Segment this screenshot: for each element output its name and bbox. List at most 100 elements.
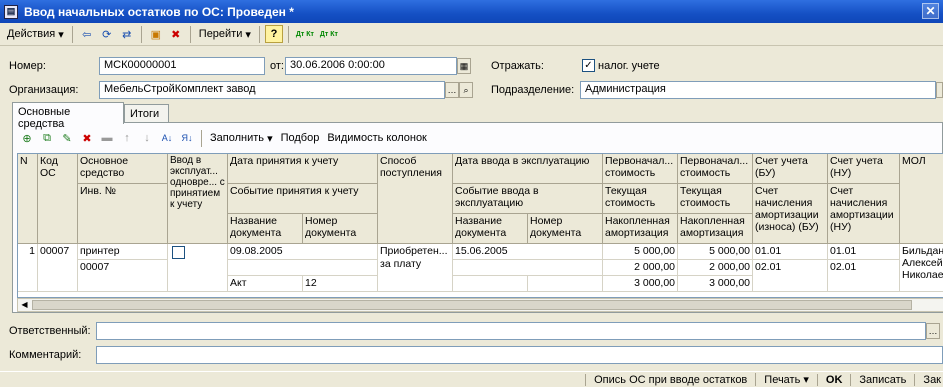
cell-code[interactable]: 00007 (38, 244, 78, 292)
col-header-cur-cost-nu[interactable]: Текущая стоимость (678, 184, 753, 214)
col-header-method[interactable]: Способ поступления (378, 154, 453, 244)
sort-asc-icon[interactable]: A↓ (158, 129, 176, 147)
responsible-label: Ответственный: (9, 325, 91, 337)
cell-method[interactable]: Приобретен... за плату (378, 244, 453, 292)
col-header-doc-name-2[interactable]: Название документа (453, 214, 528, 244)
responsible-field[interactable] (96, 322, 926, 340)
cell-doc-number-2[interactable] (528, 276, 603, 292)
col-header-accum-bu[interactable]: Накопленная амортизация (603, 214, 678, 244)
col-header-doc-number-2[interactable]: Номер документа (528, 214, 603, 244)
cell-mol[interactable]: Бильдан... Алексей... Николае... (900, 244, 943, 292)
cell-input-with-accept[interactable] (168, 244, 228, 292)
cell-accept-event[interactable] (228, 260, 378, 276)
select-responsible-button[interactable]: … (926, 323, 940, 339)
cell-init-cost-bu[interactable]: 5 000,00 (603, 244, 678, 260)
tax-accounting-checkbox[interactable]: ✓ (582, 59, 595, 72)
structure-icon[interactable]: ⇄ (118, 25, 136, 43)
col-header-doc-number[interactable]: Номер документа (303, 214, 378, 244)
select-button[interactable]: Подбор (277, 129, 324, 148)
end-edit-icon[interactable]: ▬ (98, 129, 116, 147)
sort-desc-icon[interactable]: Я↓ (178, 129, 196, 147)
select-organization-button[interactable]: … (445, 82, 459, 98)
col-header-n[interactable]: N (18, 154, 38, 244)
print-menu[interactable]: Печать ▾ (755, 373, 817, 386)
col-header-accept-event[interactable]: Событие принятия к учету (228, 184, 378, 214)
organization-field[interactable]: МебельСтройКомплект завод (99, 81, 445, 99)
edit-row-icon[interactable]: ✎ (58, 129, 76, 147)
col-header-account-bu[interactable]: Счет учета (БУ) (753, 154, 828, 184)
col-header-accum-nu[interactable]: Накопленная амортизация (678, 214, 753, 244)
col-header-init-cost-nu[interactable]: Первоначал... стоимость (678, 154, 753, 184)
col-header-mol[interactable]: МОЛ (900, 154, 943, 244)
horizontal-scrollbar[interactable]: ◀ (17, 298, 943, 312)
scrollbar-thumb[interactable] (32, 300, 912, 310)
cell-accum-nu[interactable]: 3 000,00 (678, 276, 753, 292)
fill-menu[interactable]: Заполнить ▾ (206, 129, 277, 148)
comment-field[interactable] (96, 346, 943, 364)
cell-doc-number[interactable]: 12 (303, 276, 378, 292)
goto-menu[interactable]: Перейти ▾ (195, 25, 255, 44)
cell-amort-account-bu[interactable]: 02.01 (753, 260, 828, 292)
col-header-doc-name[interactable]: Название документа (228, 214, 303, 244)
col-header-amort-account-bu[interactable]: Счет начисления амортизации (износа) (БУ… (753, 184, 828, 244)
col-header-input-event[interactable]: Событие ввода в эксплуатацию (453, 184, 603, 214)
cell-accum-bu[interactable]: 3 000,00 (603, 276, 678, 292)
back-icon[interactable]: ⇦ (78, 25, 96, 43)
scroll-left-icon[interactable]: ◀ (18, 299, 31, 311)
move-down-icon[interactable]: ↓ (138, 129, 156, 147)
copy-doc-icon[interactable]: ▣ (147, 25, 165, 43)
col-header-cur-cost-bu[interactable]: Текущая стоимость (603, 184, 678, 214)
reflect-label: Отражать: (491, 60, 544, 72)
cell-input-date[interactable]: 15.06.2005 (453, 244, 603, 260)
dt-kt-icon[interactable]: Дт Кт (294, 25, 316, 43)
input-with-accept-checkbox[interactable] (172, 246, 185, 259)
col-header-asset[interactable]: Основное средство (78, 154, 168, 184)
col-header-input-with-accept[interactable]: Ввод в эксплуат... одновре... с принятие… (168, 154, 228, 244)
help-icon[interactable]: ? (264, 25, 283, 43)
refresh-icon[interactable]: ⟳ (98, 25, 116, 43)
move-up-icon[interactable]: ↑ (118, 129, 136, 147)
cell-doc-name-2[interactable] (453, 276, 528, 292)
actions-menu[interactable]: Действия ▾ (3, 25, 68, 44)
column-visibility-button[interactable]: Видимость колонок (323, 129, 431, 148)
close-button[interactable]: Зак (914, 373, 943, 386)
open-organization-icon[interactable]: ⌕ (459, 82, 473, 98)
cell-n[interactable]: 1 (18, 244, 38, 292)
tab-totals[interactable]: Итоги (124, 104, 169, 124)
cell-doc-name[interactable]: Акт (228, 276, 303, 292)
fill-label: Заполнить (210, 132, 265, 144)
ok-button[interactable]: OK (816, 373, 851, 386)
delete-row-icon[interactable]: ✖ (78, 129, 96, 147)
cell-accept-date[interactable]: 09.08.2005 (228, 244, 378, 260)
copy-row-icon[interactable]: ⧉ (38, 129, 56, 147)
select-department-button[interactable] (936, 82, 943, 98)
cell-amort-account-nu[interactable]: 02.01 (828, 260, 900, 292)
dt-kt-tax-icon[interactable]: Дт Кт (318, 25, 340, 43)
title-bar: ▤ Ввод начальных остатков по ОС: Проведе… (0, 0, 943, 23)
cell-init-cost-nu[interactable]: 5 000,00 (678, 244, 753, 260)
number-field[interactable]: МСК00000001 (99, 57, 265, 75)
calendar-icon[interactable]: ▦ (457, 58, 471, 74)
cell-asset[interactable]: принтер (78, 244, 168, 260)
cell-account-bu[interactable]: 01.01 (753, 244, 828, 260)
tab-fixed-assets[interactable]: Основные средства (12, 102, 124, 130)
col-header-input-date[interactable]: Дата ввода в эксплуатацию (453, 154, 603, 184)
col-header-init-cost-bu[interactable]: Первоначал... стоимость (603, 154, 678, 184)
department-field[interactable]: Администрация (580, 81, 936, 99)
add-row-icon[interactable]: ⊕ (18, 129, 36, 147)
col-header-amort-account-nu[interactable]: Счет начисления амортизации (НУ) (828, 184, 900, 244)
col-header-inv[interactable]: Инв. № (78, 184, 168, 244)
col-header-accept-date[interactable]: Дата принятия к учету (228, 154, 378, 184)
asset-inventory-button[interactable]: Опись ОС при вводе остатков (585, 373, 755, 386)
cell-cur-cost-bu[interactable]: 2 000,00 (603, 260, 678, 276)
close-window-button[interactable]: ✕ (922, 3, 939, 19)
col-header-code[interactable]: Код ОС (38, 154, 78, 244)
cell-cur-cost-nu[interactable]: 2 000,00 (678, 260, 753, 276)
cell-input-event[interactable] (453, 260, 603, 276)
delete-doc-icon[interactable]: ✖ (167, 25, 185, 43)
cell-account-nu[interactable]: 01.01 (828, 244, 900, 260)
save-button[interactable]: Записать (850, 373, 914, 386)
cell-inv[interactable]: 00007 (78, 260, 168, 292)
date-field[interactable]: 30.06.2006 0:00:00 (285, 57, 457, 75)
col-header-account-nu[interactable]: Счет учета (НУ) (828, 154, 900, 184)
